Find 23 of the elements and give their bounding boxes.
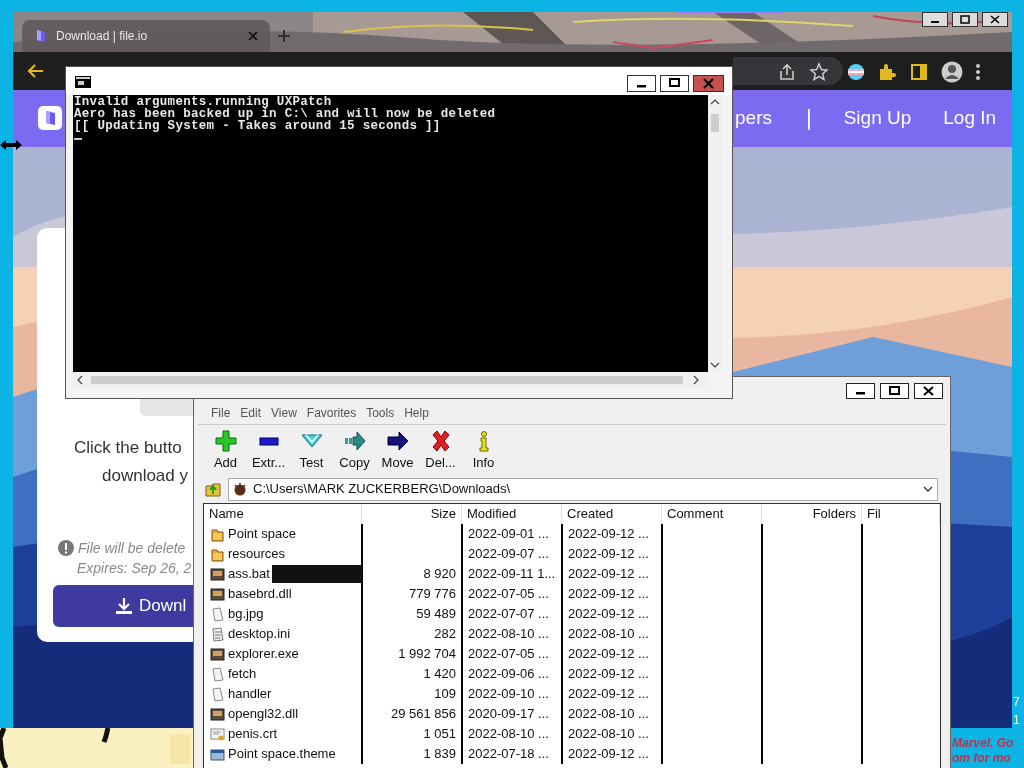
file-name[interactable]: penis.crt [228, 724, 278, 744]
table-cell-text: 1 051 [423, 725, 456, 744]
table-cell-text: 2022-08-10 ... [568, 725, 649, 744]
terminal-line: [[ Updating System - Takes around 15 seconds ]] [74, 120, 442, 132]
nav-link[interactable]: Log In [943, 106, 997, 130]
caption-text: Marvel. Go [952, 736, 1014, 750]
terminal-line: Invalid arguments.running UXPatch [74, 96, 332, 108]
table-cell-text: 2022-09-12 ... [568, 745, 649, 764]
file-row[interactable]: Point space.theme 1 839 2022-07-18 ... 2022-09-12 ... [204, 744, 940, 764]
caption-text: om for mo [952, 751, 1011, 765]
nav-link[interactable]: Sign Up [843, 106, 912, 130]
desktop-text: 7 [1013, 695, 1020, 709]
terminal-line: Aero has been backed up in C:\ and will now be deleted [74, 108, 497, 120]
table-cell-text: 2022-07-18 ... [468, 745, 549, 764]
nav-separator: | [805, 106, 812, 130]
nav-link[interactable]: pers [735, 106, 772, 130]
browser-tab[interactable]: Download | file.io [22, 20, 270, 52]
desktop-text: 1 [1013, 713, 1020, 727]
table-cell-text: 1 839 [423, 745, 456, 764]
file-name[interactable]: Point space.theme [228, 744, 336, 764]
table-cell-text: 2022-08-10 ... [468, 725, 549, 744]
file-row[interactable]: penis.crt 1 051 2022-08-10 ... 2022-08-10 ... [204, 724, 940, 744]
tab-title: Download | file.io [56, 28, 149, 45]
